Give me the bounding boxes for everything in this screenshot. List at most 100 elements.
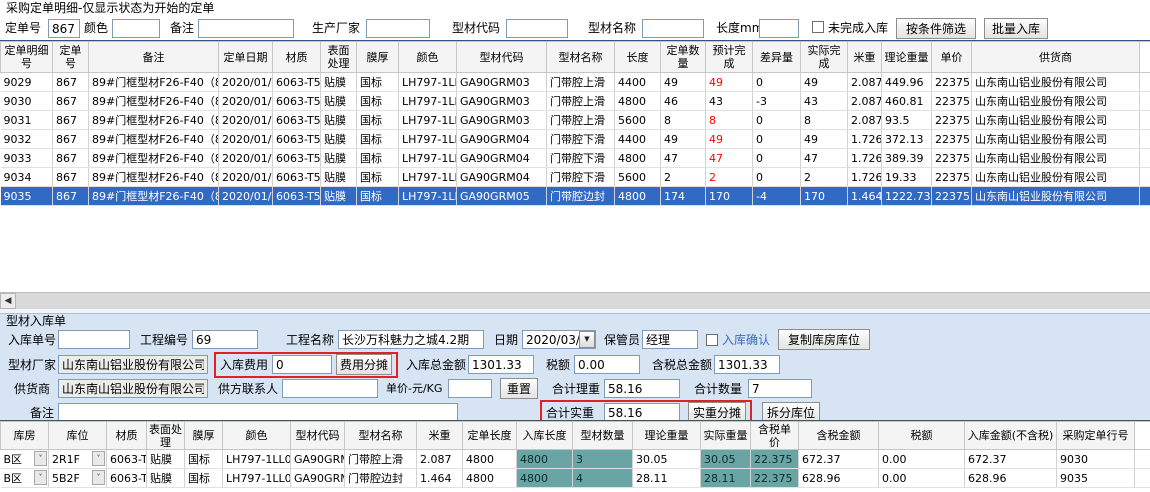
cell[interactable]: 30.05	[701, 450, 751, 469]
table-row[interactable]: B区˅2R1F˅6063-T5贴膜国标LH797-1LL0GA90GRM03门带…	[1, 450, 1150, 469]
cell[interactable]: 国标	[185, 469, 223, 488]
cell[interactable]: -4	[753, 187, 801, 206]
project-no-input[interactable]	[192, 330, 258, 349]
cell[interactable]: 6063-T5	[273, 149, 321, 168]
cell[interactable]: 8	[661, 111, 706, 130]
cell[interactable]: 46	[661, 92, 706, 111]
cell[interactable]: 0	[753, 149, 801, 168]
cell[interactable]: 6063-T5	[107, 469, 147, 488]
column-header[interactable]: 膜厚	[357, 42, 399, 73]
cell[interactable]: 2020/01/13	[219, 168, 273, 187]
cell[interactable]: 1.464	[848, 187, 882, 206]
cell[interactable]: LH797-1LL0	[399, 149, 457, 168]
cell[interactable]: 22375	[932, 73, 972, 92]
cell[interactable]: 28.11	[633, 469, 701, 488]
cell[interactable]: 6063-T5	[273, 130, 321, 149]
column-header[interactable]: 税额	[879, 422, 965, 450]
cell[interactable]: 4800	[463, 450, 517, 469]
cell[interactable]: 2020/01/13	[219, 187, 273, 206]
cell[interactable]: 22375	[932, 111, 972, 130]
cell[interactable]: 门带腔下滑	[547, 130, 615, 149]
cell[interactable]: 89#门框型材F26-F40（866+867）	[89, 149, 219, 168]
cell[interactable]: 6063-T5	[273, 73, 321, 92]
column-header[interactable]: 备注	[89, 42, 219, 73]
column-header[interactable]: 长度	[615, 42, 661, 73]
cell[interactable]: 1.726	[848, 130, 882, 149]
unit-price-input[interactable]	[448, 379, 492, 398]
cell[interactable]: 4800	[517, 469, 573, 488]
cell[interactable]: GA90GRM04	[457, 130, 547, 149]
column-header[interactable]: 采购定单行号	[1057, 422, 1135, 450]
column-header[interactable]: 颜色	[223, 422, 291, 450]
cell[interactable]: 372.13	[882, 130, 932, 149]
cell[interactable]: 49	[706, 73, 753, 92]
column-header[interactable]: 含税单价	[751, 422, 799, 450]
cell[interactable]: 49	[661, 73, 706, 92]
cell[interactable]: GA90GRM05	[457, 187, 547, 206]
table-row[interactable]: 903086789#门框型材F26-F40（866+867）2020/01/13…	[1, 92, 1150, 111]
cell[interactable]: 672.37	[965, 450, 1057, 469]
cell[interactable]: LH797-1LL0	[399, 111, 457, 130]
cell[interactable]: 9033	[1, 149, 53, 168]
cell[interactable]: 0	[753, 111, 801, 130]
cell[interactable]: 5600	[615, 168, 661, 187]
cell[interactable]: 0	[753, 130, 801, 149]
cell[interactable]: 6063-T5	[273, 187, 321, 206]
cell[interactable]: 2	[801, 168, 848, 187]
cell[interactable]: 国标	[357, 149, 399, 168]
inbound-no-input[interactable]	[58, 330, 130, 349]
cell[interactable]: GA90GRM04	[457, 168, 547, 187]
column-header[interactable]: 入库金额(不含税)	[965, 422, 1057, 450]
column-header[interactable]: 入库长度	[517, 422, 573, 450]
cell[interactable]: 9032	[1, 130, 53, 149]
column-header[interactable]: 定单长度	[463, 422, 517, 450]
cell[interactable]: 0.00	[879, 450, 965, 469]
cell[interactable]: 22.375	[751, 469, 799, 488]
cell[interactable]: GA90GRM04	[457, 149, 547, 168]
column-header[interactable]: 材质	[273, 42, 321, 73]
cell[interactable]: 2020/01/13	[219, 149, 273, 168]
cell[interactable]: 2.087	[848, 92, 882, 111]
cell[interactable]: LH797-1LL0	[223, 450, 291, 469]
cell[interactable]: 1.726	[848, 168, 882, 187]
cell[interactable]: 47	[706, 149, 753, 168]
cell[interactable]: 贴膜	[321, 168, 357, 187]
cell[interactable]: 4800	[463, 469, 517, 488]
cell[interactable]: 49	[801, 130, 848, 149]
cell[interactable]: 贴膜	[321, 73, 357, 92]
column-header[interactable]: 库位	[49, 422, 107, 450]
table-row[interactable]: 903386789#门框型材F26-F40（866+867）2020/01/13…	[1, 149, 1150, 168]
cell[interactable]: 22375	[932, 92, 972, 111]
cell[interactable]: 贴膜	[321, 149, 357, 168]
cell[interactable]: GA90GRM03	[291, 450, 345, 469]
cell[interactable]: 国标	[357, 111, 399, 130]
column-header[interactable]: 单价	[932, 42, 972, 73]
column-header[interactable]: 理论重量	[633, 422, 701, 450]
color-filter-input[interactable]	[112, 19, 160, 38]
supplier-contact-input[interactable]	[282, 379, 378, 398]
cell[interactable]: GA90GRM03	[457, 73, 547, 92]
cell[interactable]: LH797-1LL0	[399, 130, 457, 149]
cell[interactable]: 国标	[357, 187, 399, 206]
cell[interactable]: 867	[53, 149, 89, 168]
horizontal-scrollbar[interactable]: ◀	[0, 292, 1150, 309]
column-header[interactable]: 供货商	[972, 42, 1140, 73]
cell[interactable]: 8	[801, 111, 848, 130]
cell[interactable]: 89#门框型材F26-F40（866+867）	[89, 187, 219, 206]
date-picker-dropdown-icon[interactable]: ▼	[579, 331, 595, 348]
cell[interactable]: 449.96	[882, 73, 932, 92]
cell[interactable]: 2	[706, 168, 753, 187]
dropdown-arrow-icon[interactable]: ˅	[92, 470, 105, 485]
cell[interactable]: 国标	[357, 168, 399, 187]
cell[interactable]: 28.11	[701, 469, 751, 488]
cell[interactable]: 门带腔边封	[547, 187, 615, 206]
column-header[interactable]: 理论重量	[882, 42, 932, 73]
supplier-input[interactable]	[58, 379, 208, 398]
column-header[interactable]: 米重	[848, 42, 882, 73]
cell[interactable]: 6063-T5	[273, 111, 321, 130]
cell[interactable]: 山东南山铝业股份有限公司	[972, 92, 1140, 111]
column-header[interactable]: 型材代码	[291, 422, 345, 450]
cell[interactable]: 22375	[932, 130, 972, 149]
cell[interactable]: 22375	[932, 187, 972, 206]
cell[interactable]: LH797-1LL0	[399, 168, 457, 187]
